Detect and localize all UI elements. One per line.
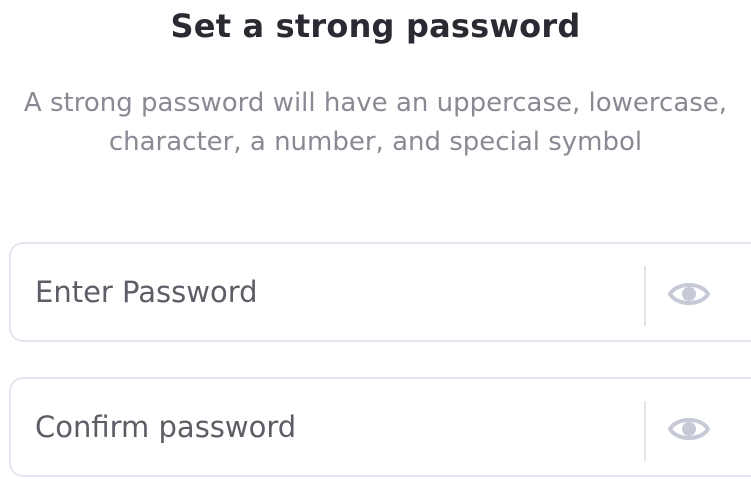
eye-icon[interactable] bbox=[667, 276, 711, 312]
password-field[interactable] bbox=[9, 242, 751, 342]
password-input[interactable] bbox=[35, 264, 625, 320]
confirm-password-input[interactable] bbox=[35, 399, 625, 455]
confirm-password-field[interactable] bbox=[9, 377, 751, 477]
eye-icon[interactable] bbox=[667, 411, 711, 447]
page-title: Set a strong password bbox=[170, 7, 581, 45]
password-requirements-text: A strong password will have an uppercase… bbox=[23, 88, 728, 157]
field-divider bbox=[644, 401, 646, 461]
field-divider bbox=[644, 266, 646, 326]
set-password-screen: Set a strong password A strong password … bbox=[0, 0, 751, 479]
